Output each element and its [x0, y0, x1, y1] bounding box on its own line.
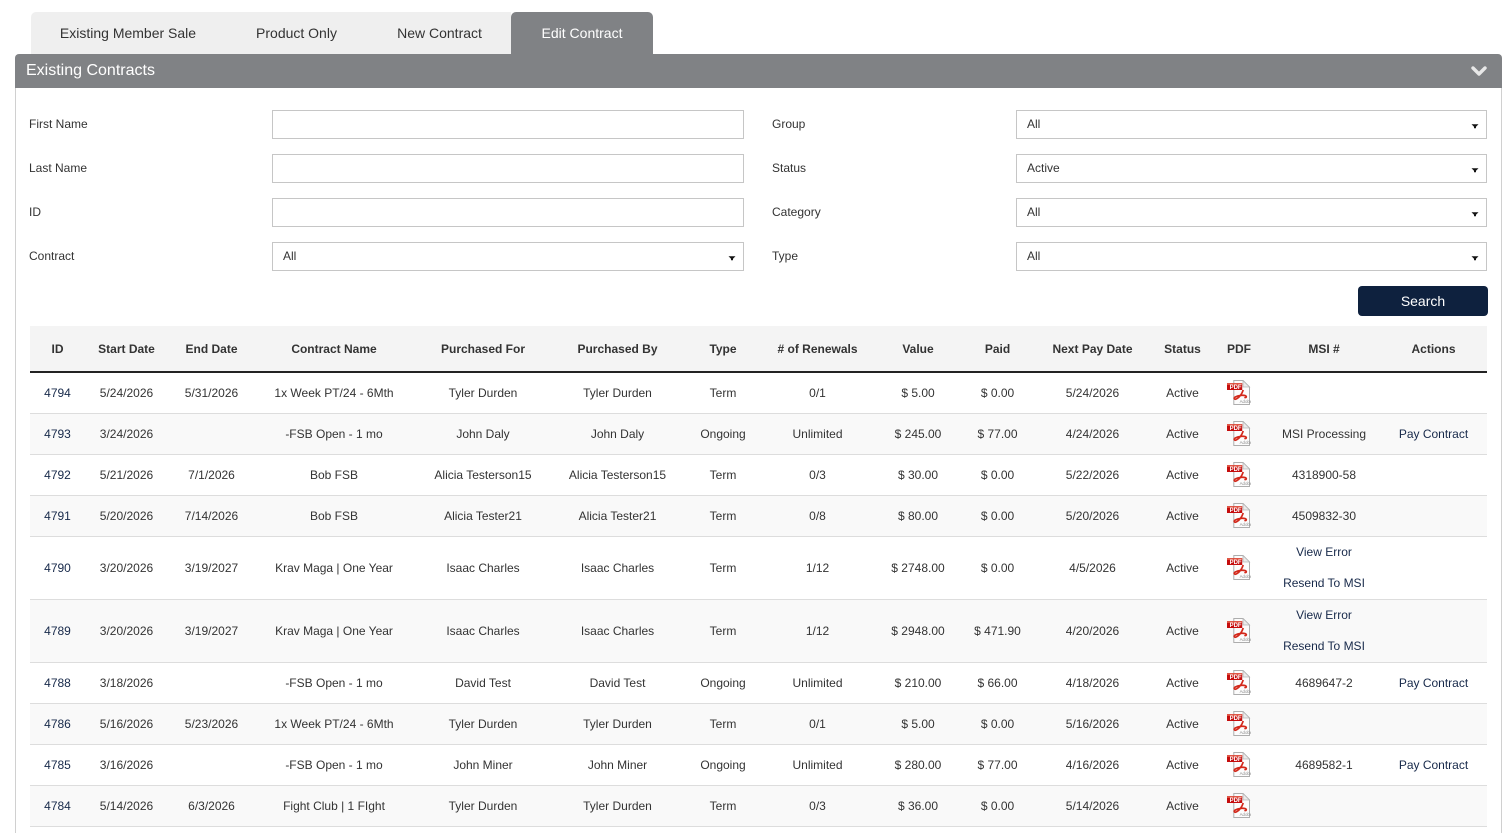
svg-text:PDF: PDF	[1230, 508, 1242, 514]
svg-text:Adobe: Adobe	[1240, 574, 1251, 579]
svg-text:Adobe: Adobe	[1240, 730, 1251, 735]
svg-text:PDF: PDF	[1230, 623, 1242, 629]
svg-text:PDF: PDF	[1230, 560, 1242, 566]
svg-text:PDF: PDF	[1230, 467, 1242, 473]
svg-text:Adobe: Adobe	[1240, 689, 1251, 694]
svg-text:Adobe: Adobe	[1240, 440, 1251, 445]
svg-text:PDF: PDF	[1230, 757, 1242, 763]
svg-text:PDF: PDF	[1230, 675, 1242, 681]
svg-text:Adobe: Adobe	[1240, 771, 1251, 776]
svg-text:Adobe: Adobe	[1240, 522, 1251, 527]
svg-text:Adobe: Adobe	[1240, 481, 1251, 486]
svg-text:PDF: PDF	[1230, 716, 1242, 722]
svg-text:PDF: PDF	[1230, 426, 1242, 432]
svg-text:Adobe: Adobe	[1240, 637, 1251, 642]
svg-text:Adobe: Adobe	[1240, 399, 1251, 404]
svg-text:PDF: PDF	[1230, 798, 1242, 804]
svg-text:Adobe: Adobe	[1240, 812, 1251, 817]
svg-text:PDF: PDF	[1230, 385, 1242, 391]
